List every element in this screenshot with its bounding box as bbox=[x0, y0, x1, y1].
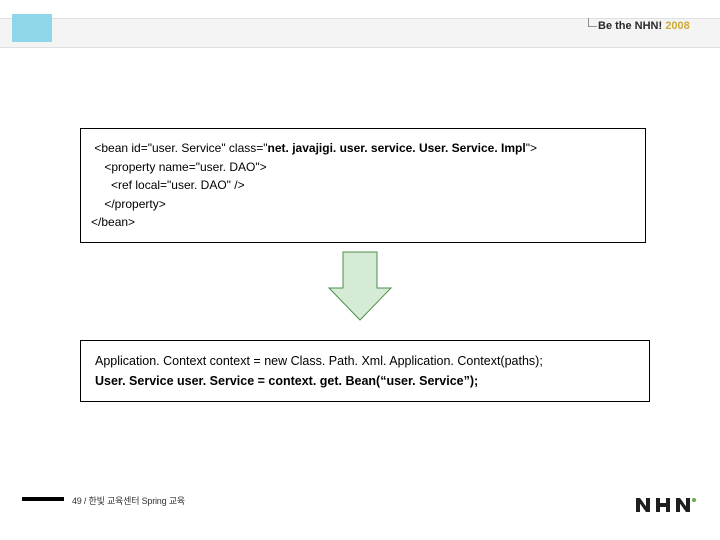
code2-l2: User. Service user. Service = context. g… bbox=[95, 374, 478, 388]
code-l1b-classname: net. javajigi. user. service. User. Serv… bbox=[268, 141, 526, 155]
code-l1a: <bean id="user. Service" class=" bbox=[91, 141, 268, 155]
header-brand: Be the NHN! 2008 bbox=[598, 20, 690, 32]
code-l5: </bean> bbox=[91, 215, 135, 229]
brand-prefix: Be the NHN! bbox=[598, 20, 662, 32]
footer-rule bbox=[22, 497, 64, 501]
footer-label: 49 / 한빛 교육센터 Spring 교육 bbox=[72, 494, 185, 507]
code-box-bean-definition: <bean id="user. Service" class="net. jav… bbox=[80, 128, 646, 243]
code-l3: <ref local="user. DAO" /> bbox=[91, 178, 245, 192]
code2-l1: Application. Context context = new Class… bbox=[95, 354, 543, 368]
header-tick-icon bbox=[588, 18, 597, 27]
code-l2: <property name="user. DAO"> bbox=[91, 160, 267, 174]
down-arrow-icon bbox=[325, 248, 395, 323]
nhn-logo-icon bbox=[636, 496, 696, 514]
header-chip bbox=[12, 14, 52, 42]
code-box-context-usage: Application. Context context = new Class… bbox=[80, 340, 650, 402]
code-l1c: "> bbox=[526, 141, 537, 155]
code-l4: </property> bbox=[91, 197, 166, 211]
brand-year: 2008 bbox=[665, 20, 689, 32]
